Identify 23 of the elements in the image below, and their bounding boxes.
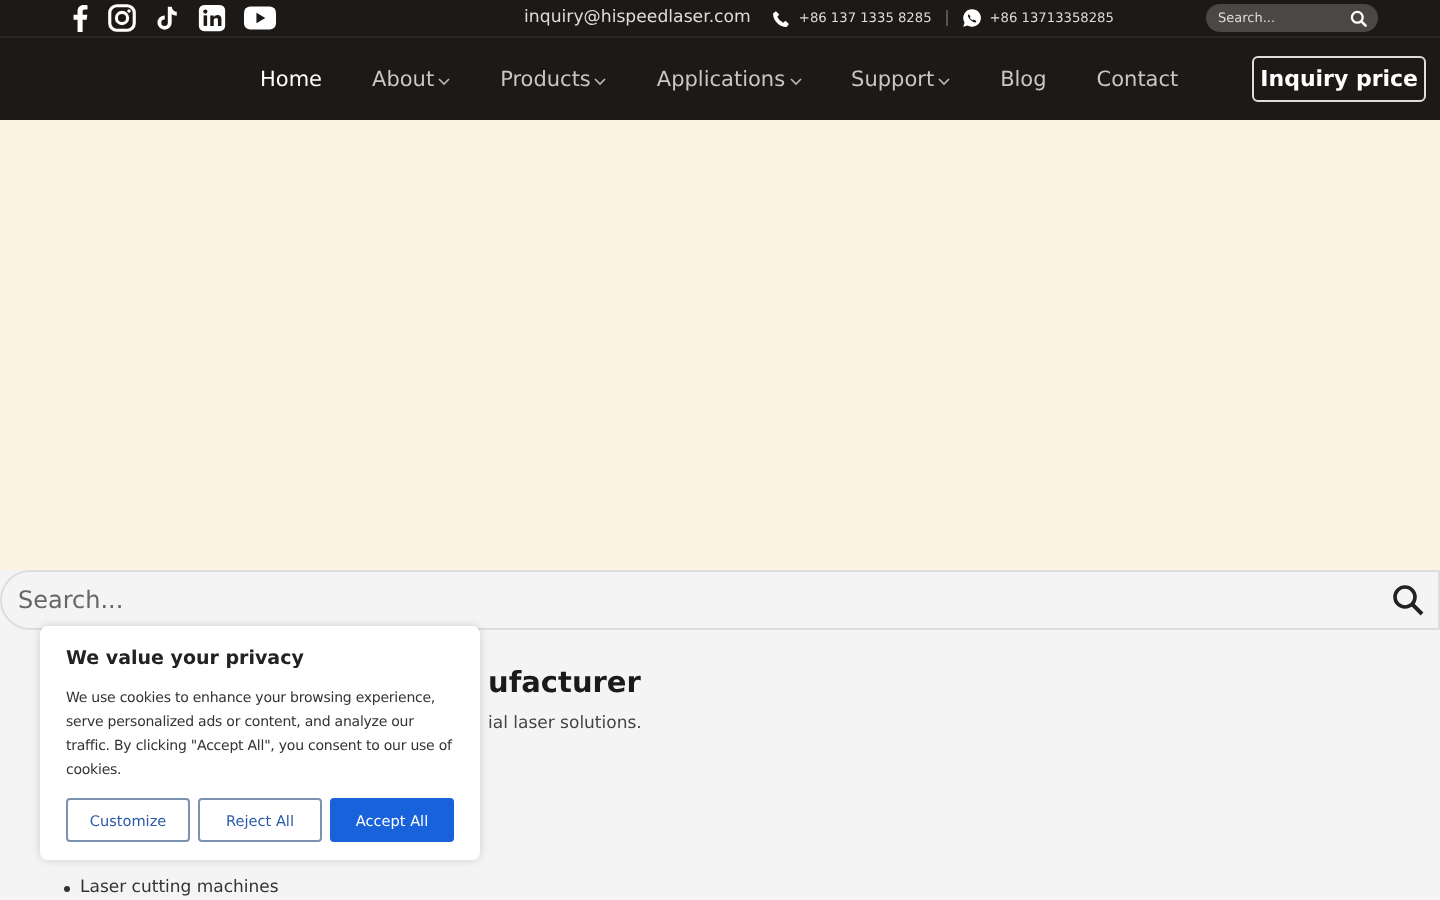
nav-link[interactable]: Contact	[1096, 67, 1179, 91]
tiktok-icon[interactable]	[154, 4, 180, 32]
nav-link[interactable]: About	[372, 67, 451, 91]
nav-link[interactable]: Support	[851, 67, 951, 91]
chat-bubble-icon	[961, 8, 982, 28]
intro-text: ial laser solutions.	[488, 714, 642, 734]
list-item: Laser cutting machines	[80, 878, 279, 898]
facebook-icon[interactable]	[70, 4, 90, 32]
search-icon[interactable]	[1349, 9, 1368, 27]
youtube-icon[interactable]	[244, 6, 276, 30]
email-link[interactable]: inquiry@hispeedlaser.com	[524, 8, 751, 28]
phone-icon	[772, 9, 791, 27]
inquiry-button[interactable]: Inquiry price	[1252, 56, 1427, 102]
nav-link[interactable]: Home	[260, 67, 323, 91]
nav-link[interactable]: Applications	[656, 67, 802, 91]
dialog-title: We value your privacy	[66, 648, 306, 670]
nav-link[interactable]: Blog	[1000, 67, 1047, 91]
nav-link[interactable]: Products	[500, 67, 607, 91]
search-icon[interactable]	[1392, 584, 1424, 616]
search-field[interactable]: Search...	[0, 570, 1440, 630]
instagram-icon[interactable]	[108, 4, 136, 32]
page-heading: ufacturer	[488, 668, 641, 700]
linkedin-icon[interactable]	[198, 4, 226, 32]
